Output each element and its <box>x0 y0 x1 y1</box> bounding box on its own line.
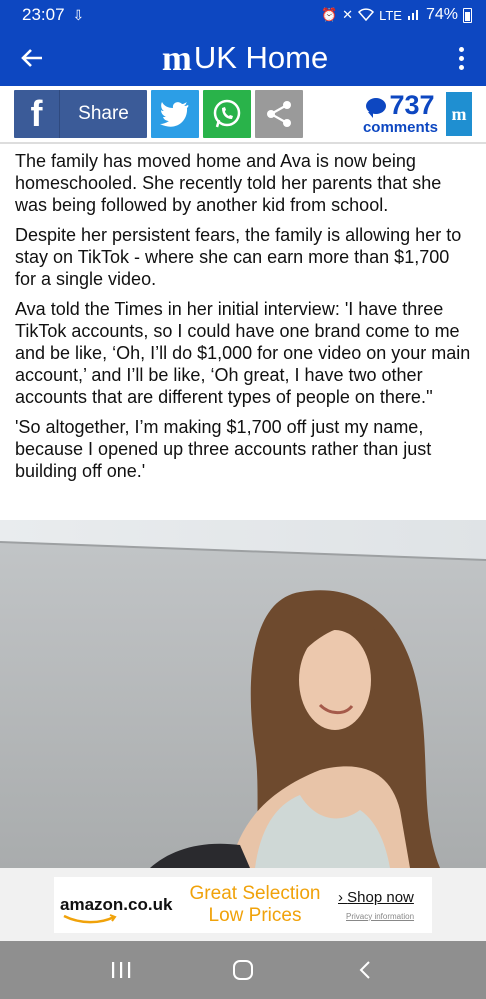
daily-mail-logo: m <box>161 38 192 78</box>
recent-apps-button[interactable] <box>91 950 151 990</box>
ad-line-2: Low Prices <box>208 904 302 926</box>
amazon-logo: amazon.co.uk <box>60 894 180 923</box>
status-bar: 23:07 ⇩ ⏰ ✕ LTE 74% <box>0 0 486 30</box>
article-paragraph: The family has moved home and Ava is now… <box>15 151 442 215</box>
mute-icon: ✕ <box>342 7 354 22</box>
battery-percent: 74% <box>425 6 458 23</box>
status-time: 23:07 <box>22 5 65 24</box>
ad-slogan: Great Selection Low Prices <box>180 883 330 927</box>
comments-label: comments <box>362 119 438 136</box>
ad-line-1: Great Selection <box>189 882 321 904</box>
wifi-icon <box>358 7 375 24</box>
whatsapp-icon <box>213 99 241 128</box>
shop-now-link[interactable]: › Shop now <box>338 889 414 906</box>
alarm-icon: ⏰ <box>320 7 338 22</box>
privacy-link[interactable]: Privacy information <box>346 912 414 921</box>
home-button[interactable] <box>213 950 273 990</box>
section-title: UK Home <box>193 40 329 75</box>
article-body: The family has moved home and Ava is now… <box>15 150 475 490</box>
more-menu-button[interactable] <box>436 30 486 86</box>
share-more-button[interactable] <box>255 90 303 138</box>
battery-icon <box>463 7 472 23</box>
system-nav-bar <box>0 941 486 999</box>
facebook-icon: f <box>14 90 60 138</box>
status-icons: ⏰ ✕ LTE 74% <box>321 6 472 24</box>
app-title: m UK Home <box>54 40 436 76</box>
article-paragraph: 'So altogether, I’m making $1,700 off ju… <box>15 417 432 481</box>
ad-banner[interactable]: amazon.co.uk Great Selection Low Prices … <box>0 868 486 941</box>
amazon-ad[interactable]: amazon.co.uk Great Selection Low Prices … <box>54 876 432 933</box>
article-photo[interactable] <box>0 520 486 868</box>
arrow-left-icon <box>21 49 42 67</box>
download-icon: ⇩ <box>72 6 85 23</box>
nav-back-button[interactable] <box>335 950 395 990</box>
comment-count: 737 <box>389 90 435 120</box>
article-paragraph: Despite her persistent fears, the family… <box>15 225 462 289</box>
twitter-icon <box>160 102 189 127</box>
signal-icon <box>407 7 421 24</box>
ad-brand: amazon.co.uk <box>60 894 173 914</box>
dm-badge-button[interactable]: m <box>446 92 472 136</box>
comment-bubble-icon <box>366 97 387 118</box>
twitter-share-button[interactable] <box>151 90 199 138</box>
home-icon <box>233 960 253 980</box>
whatsapp-share-button[interactable] <box>203 90 251 138</box>
share-label: Share <box>78 103 129 124</box>
share-icon <box>267 101 291 127</box>
comments-link[interactable]: 737 comments <box>362 90 438 137</box>
recent-apps-icon <box>112 962 131 978</box>
more-vertical-icon <box>458 46 464 52</box>
network-type: LTE <box>379 7 402 23</box>
facebook-share-button[interactable]: f Share <box>14 90 147 138</box>
share-bar: f Share 737 comments m <box>0 86 486 144</box>
app-bar: m UK Home <box>0 30 486 86</box>
chevron-left-icon <box>359 961 370 979</box>
amazon-smile-icon <box>63 913 117 923</box>
article-paragraph: Ava told the Times in her initial interv… <box>15 299 471 407</box>
